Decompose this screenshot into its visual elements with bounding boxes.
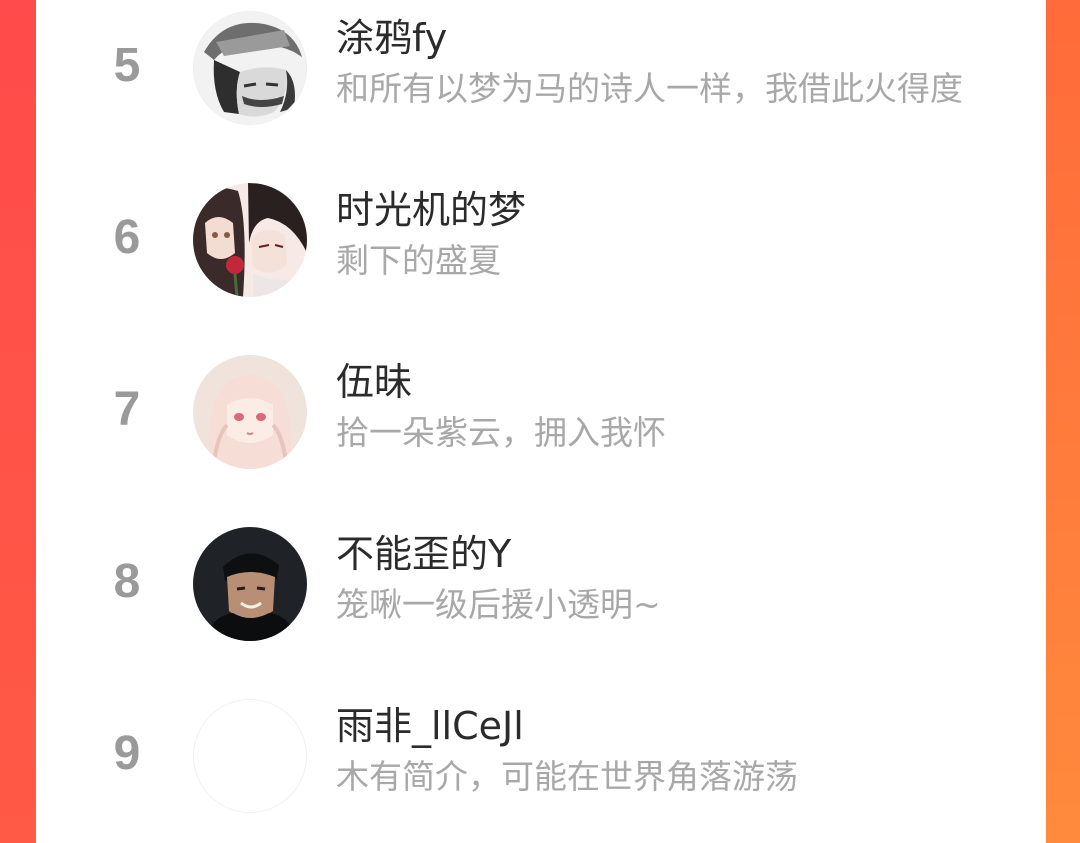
blank-avatar-icon: [194, 700, 306, 812]
user-bio: 和所有以梦为马的诗人一样，我借此火得度: [336, 69, 963, 108]
anime-couple-rose-avatar-icon: [193, 183, 307, 297]
user-bio: 木有简介，可能在世界角落游荡: [336, 757, 798, 796]
rank-number: 9: [113, 727, 141, 780]
anime-boy-sketch-avatar-icon: [194, 12, 306, 124]
left-accent-edge: [0, 0, 36, 843]
list-item[interactable]: 8 不能歪的Y 笼啾一级后援小透明~: [36, 516, 1046, 688]
user-name[interactable]: 雨非_llCeJl: [336, 702, 524, 750]
list-item[interactable]: 9 雨非_llCeJl 木有简介，可能在世界角落游荡: [36, 688, 1046, 843]
anime-pale-girl-avatar-icon: [193, 355, 307, 469]
user-bio: 拾一朵紫云，拥入我怀: [336, 413, 666, 452]
user-name[interactable]: 时光机的梦: [336, 186, 526, 234]
user-bio: 剩下的盛夏: [336, 241, 501, 280]
avatar[interactable]: [193, 699, 307, 813]
rank-number: 7: [113, 383, 141, 436]
rank-number: 6: [113, 211, 141, 264]
avatar[interactable]: [193, 527, 307, 641]
rank-number: 5: [113, 39, 141, 92]
right-accent-edge: [1046, 0, 1080, 843]
list-item[interactable]: 6 时光机的梦 剩下的盛夏: [36, 172, 1046, 344]
avatar[interactable]: [193, 355, 307, 469]
rank-list-panel: 5 涂鸦fy 和所有以梦为马的诗人一样，我借此火得度 6 时光机的梦 剩下的盛夏…: [36, 0, 1046, 843]
user-name[interactable]: 伍昧: [336, 358, 412, 406]
avatar[interactable]: [193, 11, 307, 125]
list-item[interactable]: 7 伍昧 拾一朵紫云，拥入我怀: [36, 344, 1046, 516]
user-name[interactable]: 不能歪的Y: [336, 530, 511, 578]
list-item[interactable]: 5 涂鸦fy 和所有以梦为马的诗人一样，我借此火得度: [36, 0, 1046, 172]
avatar[interactable]: [193, 183, 307, 297]
user-name[interactable]: 涂鸦fy: [336, 14, 447, 62]
rank-number: 8: [113, 555, 141, 608]
photo-boy-dark-avatar-icon: [193, 527, 307, 641]
user-bio: 笼啾一级后援小透明~: [336, 585, 661, 624]
